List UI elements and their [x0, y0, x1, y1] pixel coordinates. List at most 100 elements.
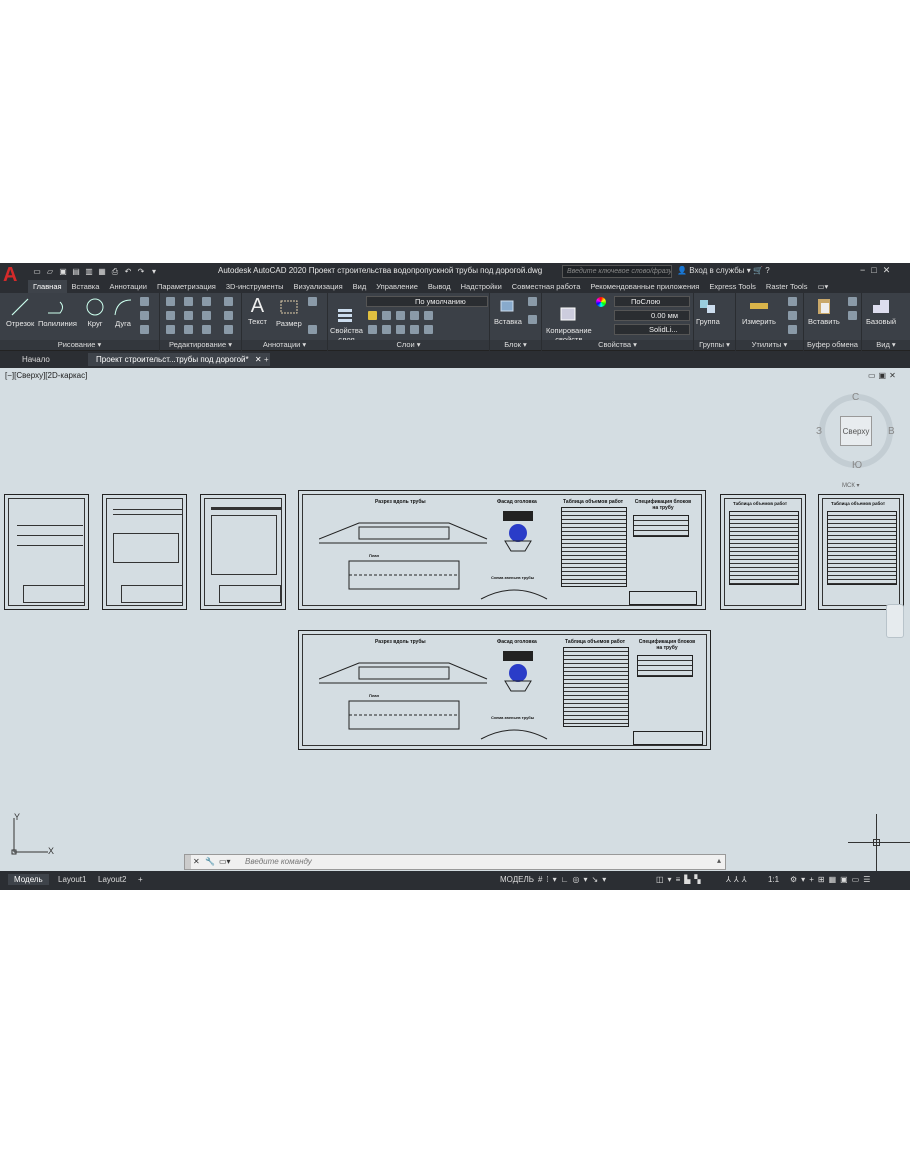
move-icon[interactable] — [166, 297, 175, 306]
table-icon[interactable] — [308, 325, 317, 334]
command-history-icon[interactable]: ▴ — [717, 856, 721, 865]
ellipse-icon[interactable] — [140, 311, 149, 320]
tab-layout2[interactable]: Layout2 — [92, 874, 132, 885]
quick-select-icon[interactable] — [788, 311, 797, 320]
measure-tool[interactable]: Измерить — [742, 297, 776, 326]
base-view-tool[interactable]: Базовый — [866, 297, 896, 326]
web-save-icon[interactable]: ▥ — [84, 267, 94, 277]
ribbon-tab-7[interactable]: Управление — [371, 280, 423, 293]
plot-icon[interactable]: ▦ — [97, 267, 107, 277]
drawing-sheet-2[interactable] — [102, 494, 187, 610]
recent-commands-icon[interactable]: ▭▾ — [219, 857, 231, 866]
layer-merge-icon[interactable] — [382, 325, 391, 334]
workspace-icons[interactable]: ⚙▾+⊞▦▣▭☰ — [784, 874, 880, 885]
drawing-sheet-1[interactable] — [4, 494, 89, 610]
redo-icon[interactable]: ↷ — [136, 267, 146, 277]
qat-dropdown-icon[interactable]: ▾ — [149, 267, 159, 277]
tab-model[interactable]: Модель — [8, 874, 49, 885]
layer-prev-icon[interactable] — [424, 325, 433, 334]
tab-layout1[interactable]: Layout1 — [52, 874, 92, 885]
viewcube-north[interactable]: С — [852, 392, 859, 403]
annotation-scale-icons[interactable]: ⅄⅄⅄ — [720, 874, 756, 885]
save-as-icon[interactable]: ▤ — [71, 267, 81, 277]
layer-freeze-icon[interactable] — [396, 311, 405, 320]
ribbon-extra-icon[interactable]: ▭▾ — [812, 280, 833, 293]
viewport-controls-label[interactable]: [−][Сверху][2D-каркас] — [5, 371, 87, 380]
viewport-window-controls[interactable]: ▭▣✕ — [868, 371, 899, 380]
panel-properties-title[interactable]: Свойства ▾ — [542, 340, 693, 350]
fillet-icon[interactable] — [202, 311, 211, 320]
copy-icon[interactable] — [166, 311, 175, 320]
new-tab-button[interactable]: + — [256, 353, 277, 366]
ribbon-tab-6[interactable]: Вид — [348, 280, 372, 293]
ribbon-tab-1[interactable]: Вставка — [67, 280, 105, 293]
panel-utilities-title[interactable]: Утилиты ▾ — [736, 340, 803, 350]
ribbon-tab-0[interactable]: Главная — [28, 280, 67, 293]
layer-walk-icon[interactable] — [368, 325, 377, 334]
mirror-icon[interactable] — [184, 311, 193, 320]
save-icon[interactable]: ▣ — [58, 267, 68, 277]
ribbon-tab-2[interactable]: Аннотации — [104, 280, 152, 293]
ribbon-tab-10[interactable]: Совместная работа — [507, 280, 586, 293]
drawing-sheet-main-1[interactable]: Разрез вдоль трубы Фасад оголовка Таблиц… — [298, 490, 706, 610]
panel-block-title[interactable]: Блок ▾ — [490, 340, 541, 350]
drawing-sheet-3[interactable] — [200, 494, 286, 610]
layer-iso-icon[interactable] — [382, 311, 391, 320]
layer-on-icon[interactable] — [368, 311, 377, 320]
login-button[interactable]: 👤 Вход в службы ▾ 🛒 ? — [677, 266, 770, 275]
layer-match-icon[interactable] — [424, 311, 433, 320]
panel-groups-title[interactable]: Группы ▾ — [694, 340, 735, 350]
offset-icon[interactable] — [224, 325, 233, 334]
panel-clipboard-title[interactable]: Буфер обмена — [804, 340, 861, 350]
viewcube-top-face[interactable]: Сверху — [840, 416, 872, 446]
osnap-icons[interactable]: ◫▾≡▙▚ — [650, 874, 711, 885]
color-wheel-icon[interactable] — [596, 297, 606, 307]
print-icon[interactable]: ⎙ — [110, 267, 120, 277]
viewcube[interactable]: С Ю З В Сверху МСК ▾ — [812, 388, 902, 489]
tab-drawing[interactable]: Проект строительст...трубы под дорогой* … — [88, 353, 270, 366]
layer-state-icon[interactable] — [410, 325, 419, 334]
ribbon-tab-13[interactable]: Raster Tools — [761, 280, 813, 293]
tab-start[interactable]: Начало — [14, 353, 58, 366]
command-line[interactable]: ✕ 🔧 ▭▾ Введите команду ▴ — [184, 854, 726, 870]
arc-tool[interactable]: Дуга — [112, 297, 134, 328]
viewcube-east[interactable]: В — [888, 426, 895, 437]
layer-lock-icon[interactable] — [410, 311, 419, 320]
wcs-menu[interactable]: МСК ▾ — [842, 482, 860, 489]
dimension-tool[interactable]: Размер — [276, 297, 302, 328]
panel-annotation-title[interactable]: Аннотации ▾ — [242, 340, 327, 350]
undo-icon[interactable]: ↶ — [123, 267, 133, 277]
line-tool[interactable]: Отрезок — [6, 297, 34, 328]
edit-block-icon[interactable] — [528, 315, 537, 324]
rectangle-icon[interactable] — [140, 297, 149, 306]
polyline-tool[interactable]: Полилиния — [38, 297, 77, 328]
open-file-icon[interactable]: ▱ — [45, 267, 55, 277]
color-dropdown[interactable]: ПоСлою — [614, 296, 690, 307]
add-layout-button[interactable]: + — [132, 874, 149, 885]
erase-icon[interactable] — [224, 297, 233, 306]
copy-clip-icon[interactable] — [848, 311, 857, 320]
linetype-dropdown[interactable]: SolidLi... — [614, 324, 690, 335]
stretch-icon[interactable] — [166, 325, 175, 334]
circle-tool[interactable]: Круг — [84, 297, 106, 328]
navigation-bar[interactable] — [886, 604, 904, 638]
trim-icon[interactable] — [202, 297, 211, 306]
customize-command-icon[interactable]: 🔧 — [205, 857, 215, 866]
paste-tool[interactable]: Вставить — [808, 297, 840, 326]
insert-block-tool[interactable]: Вставка — [494, 297, 522, 326]
explode-icon[interactable] — [224, 311, 233, 320]
scale-icon[interactable] — [184, 325, 193, 334]
rotate-icon[interactable] — [184, 297, 193, 306]
search-input[interactable]: Введите ключевое слово/фразу — [562, 265, 672, 278]
annotation-scale-value[interactable]: 1:1 — [762, 874, 785, 885]
array-icon[interactable] — [202, 325, 211, 334]
drawing-aids-icons[interactable]: #⁞▾∟◎▾↘▾ — [532, 874, 616, 885]
ribbon-tab-8[interactable]: Вывод — [423, 280, 456, 293]
layer-delete-icon[interactable] — [396, 325, 405, 334]
text-tool[interactable]: A Текст — [248, 295, 267, 326]
ribbon-tab-3[interactable]: Параметризация — [152, 280, 221, 293]
close-command-icon[interactable]: ✕ — [193, 857, 200, 866]
create-block-icon[interactable] — [528, 297, 537, 306]
ribbon-tab-11[interactable]: Рекомендованные приложения — [585, 280, 704, 293]
ribbon-tab-9[interactable]: Надстройки — [456, 280, 507, 293]
